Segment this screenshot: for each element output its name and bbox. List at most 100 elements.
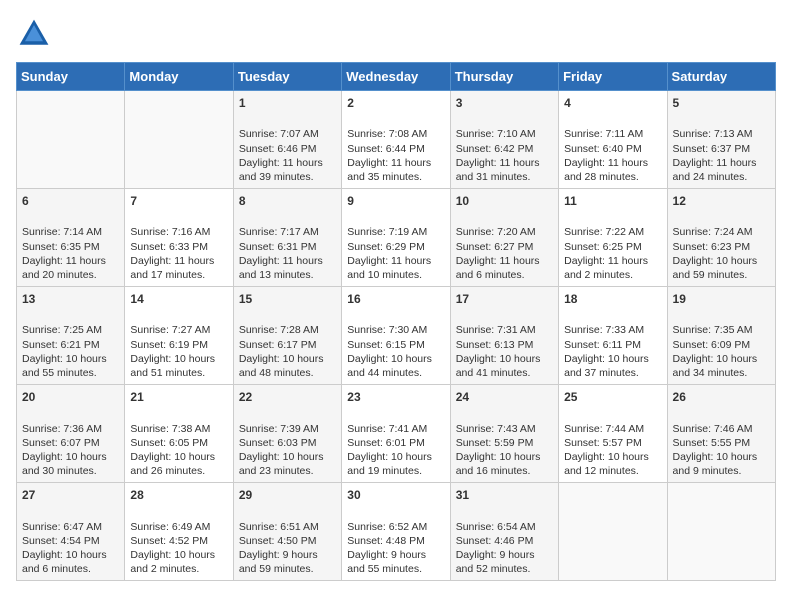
day-number: 31 [456,487,553,503]
day-number: 15 [239,291,336,307]
sunrise-text: Sunrise: 7:24 AM [673,226,753,238]
day-number: 20 [22,389,119,405]
calendar-day-cell: 2Sunrise: 7:08 AMSunset: 6:44 PMDaylight… [342,91,450,189]
sunrise-text: Sunrise: 7:33 AM [564,324,644,336]
day-number: 14 [130,291,227,307]
calendar-day-cell: 19Sunrise: 7:35 AMSunset: 6:09 PMDayligh… [667,287,775,385]
sunset-text: Sunset: 4:54 PM [22,535,100,547]
sunrise-text: Sunrise: 7:27 AM [130,324,210,336]
weekday-header-row: SundayMondayTuesdayWednesdayThursdayFrid… [17,63,776,91]
day-number: 18 [564,291,661,307]
calendar-day-cell: 14Sunrise: 7:27 AMSunset: 6:19 PMDayligh… [125,287,233,385]
sunrise-text: Sunrise: 7:35 AM [673,324,753,336]
calendar-day-cell: 6Sunrise: 7:14 AMSunset: 6:35 PMDaylight… [17,189,125,287]
daylight-text: Daylight: 10 hours and 12 minutes. [564,451,649,477]
calendar-day-cell [125,91,233,189]
weekday-header: Tuesday [233,63,341,91]
calendar-day-cell: 17Sunrise: 7:31 AMSunset: 6:13 PMDayligh… [450,287,558,385]
calendar-week-row: 6Sunrise: 7:14 AMSunset: 6:35 PMDaylight… [17,189,776,287]
calendar-week-row: 27 Sunrise: 6:47 AM Sunset: 4:54 PM Dayligh… [17,483,776,581]
daylight-text: Daylight: 11 hours and 35 minutes. [347,157,431,183]
sunrise-text: Sunrise: 7:16 AM [130,226,210,238]
calendar-week-row: 1Sunrise: 7:07 AMSunset: 6:46 PMDaylight… [17,91,776,189]
daylight-text: Daylight: 10 hours and 48 minutes. [239,353,324,379]
daylight-text: Daylight: 10 hours and 16 minutes. [456,451,541,477]
sunset-text: Sunset: 6:13 PM [456,339,534,351]
calendar-day-cell: 7Sunrise: 7:16 AMSunset: 6:33 PMDaylight… [125,189,233,287]
calendar-day-cell: 5Sunrise: 7:13 AMSunset: 6:37 PMDaylight… [667,91,775,189]
sunset-text: Sunset: 6:31 PM [239,241,317,253]
calendar-day-cell: 12Sunrise: 7:24 AMSunset: 6:23 PMDayligh… [667,189,775,287]
sunset-text: Sunset: 6:35 PM [22,241,100,253]
page-header [16,16,776,52]
sunrise-text: Sunrise: 7:20 AM [456,226,536,238]
sunrise-text: Sunrise: 6:49 AM [130,521,210,533]
weekday-header: Friday [559,63,667,91]
daylight-text: Daylight: 10 hours and 9 minutes. [673,451,758,477]
calendar-week-row: 13Sunrise: 7:25 AMSunset: 6:21 PMDayligh… [17,287,776,385]
calendar-day-cell: 28Sunrise: 6:49 AMSunset: 4:52 PMDayligh… [125,483,233,581]
calendar-day-cell: 10 Sunrise: 7:20 AM Sunset: 6:27 PM Dayligh… [450,189,558,287]
calendar-day-cell: 4Sunrise: 7:11 AMSunset: 6:40 PMDaylight… [559,91,667,189]
calendar-day-cell: 18Sunrise: 7:33 AMSunset: 6:11 PMDayligh… [559,287,667,385]
day-number: 7 [130,193,227,209]
sunrise-text: Sunrise: 7:36 AM [22,423,102,435]
day-number: 27 [22,487,119,503]
day-number: 3 [456,95,553,111]
sunset-text: Sunset: 6:44 PM [347,143,425,155]
day-number: 10 [456,193,553,209]
sunrise-text: Sunrise: 7:28 AM [239,324,319,336]
sunset-text: Sunset: 6:05 PM [130,437,208,449]
calendar-day-cell: 9Sunrise: 7:19 AMSunset: 6:29 PMDaylight… [342,189,450,287]
sunset-text: Sunset: 6:27 PM [456,241,534,253]
day-number: 1 [239,95,336,111]
day-number: 16 [347,291,444,307]
daylight-text: Daylight: 11 hours and 39 minutes. [239,157,323,183]
sunset-text: Sunset: 6:17 PM [239,339,317,351]
sunset-text: Sunset: 5:57 PM [564,437,642,449]
calendar-day-cell: 31Sunrise: 6:54 AMSunset: 4:46 PMDayligh… [450,483,558,581]
day-number: 11 [564,193,661,209]
sunrise-text: Sunrise: 7:41 AM [347,423,427,435]
sunset-text: Sunset: 4:46 PM [456,535,534,547]
day-number: 13 [22,291,119,307]
daylight-text: Daylight: 9 hours and 52 minutes. [456,549,535,575]
daylight-text: Daylight: 10 hours and 19 minutes. [347,451,432,477]
sunset-text: Sunset: 5:59 PM [456,437,534,449]
sunset-text: Sunset: 6:29 PM [347,241,425,253]
daylight-text: Daylight: 11 hours and 2 minutes. [564,255,648,281]
sunrise-text: Sunrise: 7:43 AM [456,423,536,435]
weekday-header: Sunday [17,63,125,91]
calendar-day-cell: 16Sunrise: 7:30 AMSunset: 6:15 PMDayligh… [342,287,450,385]
sunrise-text: Sunrise: 7:07 AM [239,128,319,140]
day-number: 23 [347,389,444,405]
daylight-text: Daylight: 10 hours and 34 minutes. [673,353,758,379]
calendar-day-cell: 1Sunrise: 7:07 AMSunset: 6:46 PMDaylight… [233,91,341,189]
calendar-day-cell [17,91,125,189]
calendar-day-cell: 23Sunrise: 7:41 AMSunset: 6:01 PMDayligh… [342,385,450,483]
day-number: 5 [673,95,770,111]
daylight-text: Daylight: 11 hours and 6 minutes. [456,255,540,281]
sunrise-text: Sunrise: 7:31 AM [456,324,536,336]
calendar-week-row: 20 Sunrise: 7:36 AM Sunset: 6:07 PM Dayligh… [17,385,776,483]
day-number: 26 [673,389,770,405]
sunrise-text: Sunrise: 6:47 AM [22,521,102,533]
weekday-header: Wednesday [342,63,450,91]
sunset-text: Sunset: 6:09 PM [673,339,751,351]
daylight-text: Daylight: 10 hours and 26 minutes. [130,451,215,477]
sunrise-text: Sunrise: 7:22 AM [564,226,644,238]
sunset-text: Sunset: 6:19 PM [130,339,208,351]
sunset-text: Sunset: 6:42 PM [456,143,534,155]
sunset-text: Sunset: 4:52 PM [130,535,208,547]
daylight-text: Daylight: 11 hours and 13 minutes. [239,255,323,281]
sunset-text: Sunset: 6:23 PM [673,241,751,253]
calendar-day-cell: 21Sunrise: 7:38 AMSunset: 6:05 PMDayligh… [125,385,233,483]
day-number: 21 [130,389,227,405]
sunset-text: Sunset: 6:07 PM [22,437,100,449]
calendar-day-cell [559,483,667,581]
daylight-text: Daylight: 10 hours and 41 minutes. [456,353,541,379]
calendar-day-cell: 3Sunrise: 7:10 AMSunset: 6:42 PMDaylight… [450,91,558,189]
calendar-day-cell: 11Sunrise: 7:22 AMSunset: 6:25 PMDayligh… [559,189,667,287]
sunrise-text: Sunrise: 7:30 AM [347,324,427,336]
daylight-text: Daylight: 10 hours and 59 minutes. [673,255,758,281]
